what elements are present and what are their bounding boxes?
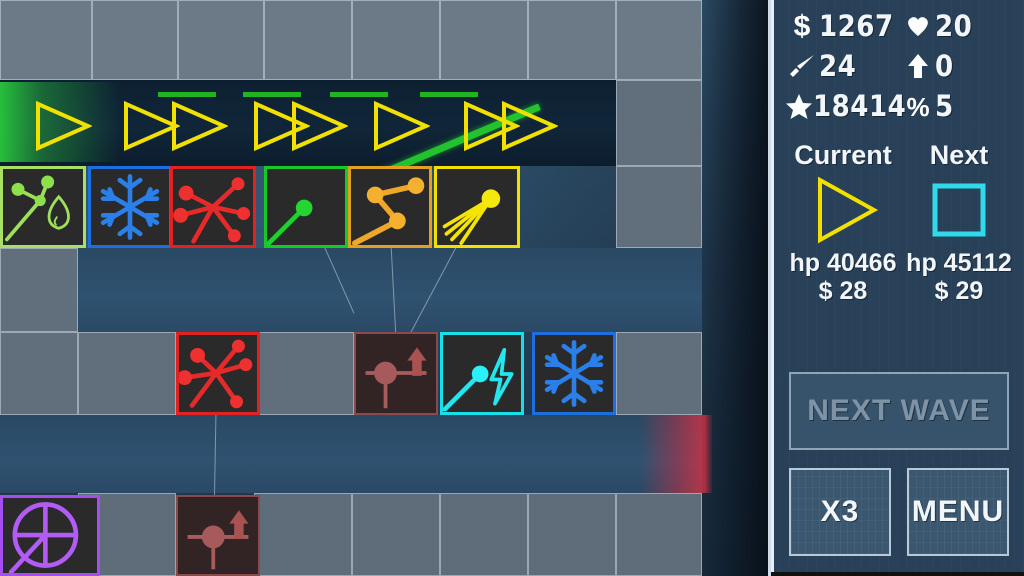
current-wave-column: Current hp 40466 $ 28 <box>785 140 901 305</box>
tower-purple-radar[interactable] <box>0 495 100 576</box>
game-screen: $ 1267 20 24 0 18414 % 5 Current hp 4046… <box>0 0 1024 576</box>
enemy-triangle[interactable] <box>498 100 558 152</box>
next-wave-button[interactable]: NEXT WAVE <box>789 372 1009 450</box>
stats-row: 24 0 <box>785 46 1017 86</box>
damage-value: 24 <box>819 49 857 83</box>
enemy-path-mid <box>78 248 702 332</box>
next-hp: hp 45112 <box>906 249 1012 277</box>
grid-cell[interactable] <box>440 0 528 80</box>
grid-cell[interactable] <box>0 0 92 80</box>
lives-value: 20 <box>935 9 973 43</box>
tower-poison[interactable] <box>0 166 86 248</box>
tower-orange-chain[interactable] <box>348 166 432 248</box>
next-wave-column: Next hp 45112 $ 29 <box>901 140 1017 305</box>
dollar-icon: $ <box>785 11 819 41</box>
hud-sidebar: $ 1267 20 24 0 18414 % 5 Current hp 4046… <box>768 0 1024 576</box>
tower-frost-1[interactable] <box>88 166 172 248</box>
grid-cell[interactable] <box>616 166 702 248</box>
star-icon <box>785 93 813 120</box>
tower-frost-2[interactable] <box>532 332 616 415</box>
grid-cell[interactable] <box>352 0 440 80</box>
current-label: Current <box>794 140 892 170</box>
current-reward: $ 28 <box>818 277 868 305</box>
sword-icon <box>785 53 819 79</box>
svg-text:%: % <box>906 92 929 120</box>
enemy-path-bottom <box>0 415 702 493</box>
build-slot-upgrade-mid[interactable] <box>354 332 438 415</box>
enemy-hp-bar <box>243 92 301 97</box>
percent-icon: % <box>901 92 935 120</box>
heart-icon <box>901 14 935 38</box>
level-value: 0 <box>935 49 954 83</box>
enemy-triangle[interactable] <box>32 100 92 152</box>
next-reward: $ 29 <box>934 277 984 305</box>
stat-percent: % 5 <box>901 89 1017 123</box>
svg-text:$: $ <box>794 11 811 41</box>
grid-cell[interactable] <box>616 493 702 576</box>
tower-green-laser[interactable] <box>264 166 348 248</box>
grid-cell[interactable] <box>0 248 78 332</box>
enemy-hp-bar <box>420 92 478 97</box>
stat-score: 18414 <box>785 89 906 123</box>
grid-cell[interactable] <box>616 0 702 80</box>
score-value: 18414 <box>813 89 907 123</box>
grid-cell[interactable] <box>352 493 440 576</box>
enemy-triangle[interactable] <box>370 100 430 152</box>
sidebar-left-edge <box>771 0 774 576</box>
percent-value: 5 <box>935 89 954 123</box>
tower-red-burst-1[interactable] <box>170 166 256 248</box>
stat-money: $ 1267 <box>785 9 901 43</box>
grid-cell[interactable] <box>440 493 528 576</box>
grid-cell[interactable] <box>78 332 176 415</box>
stats-row: 18414 % 5 <box>785 86 1017 126</box>
menu-button[interactable]: MENU <box>907 468 1009 556</box>
grid-cell[interactable] <box>254 332 354 415</box>
next-enemy-shape <box>901 171 1017 249</box>
grid-cell[interactable] <box>92 0 178 80</box>
grid-cell[interactable] <box>616 332 702 415</box>
speed-button[interactable]: X3 <box>789 468 891 556</box>
grid-cell[interactable] <box>264 0 352 80</box>
enemy-triangle[interactable] <box>168 100 228 152</box>
grid-cell[interactable] <box>528 0 616 80</box>
grid-cell[interactable] <box>528 493 616 576</box>
enemy-hp-bar <box>330 92 388 97</box>
enemy-hp-bar <box>158 92 216 97</box>
current-hp: hp 40466 <box>789 249 897 277</box>
sidebar-bottom-edge <box>771 572 1024 576</box>
tower-cyan-shock[interactable] <box>440 332 524 415</box>
stat-level: 0 <box>901 49 1017 83</box>
grid-cell[interactable] <box>254 493 352 576</box>
build-slot-upgrade-bottom[interactable] <box>176 495 260 576</box>
game-board[interactable] <box>0 0 768 576</box>
enemy-triangle[interactable] <box>288 100 348 152</box>
tower-yellow-fan[interactable] <box>434 166 520 248</box>
grid-cell[interactable] <box>616 80 702 166</box>
tower-red-burst-2[interactable] <box>176 332 260 415</box>
next-label: Next <box>929 140 989 170</box>
arrow-up-icon <box>901 53 935 79</box>
grid-cell[interactable] <box>178 0 264 80</box>
money-value: 1267 <box>819 9 894 43</box>
stats-row: $ 1267 20 <box>785 6 1017 46</box>
stat-lives: 20 <box>901 9 1017 43</box>
grid-cell[interactable] <box>0 332 78 415</box>
stat-damage: 24 <box>785 49 901 83</box>
board-edge-shade <box>702 0 768 576</box>
wave-info-panel: Current hp 40466 $ 28 Next hp 45112 $ 29 <box>785 140 1017 305</box>
stats-panel: $ 1267 20 24 0 18414 % 5 <box>785 6 1017 126</box>
current-enemy-shape <box>785 171 901 249</box>
